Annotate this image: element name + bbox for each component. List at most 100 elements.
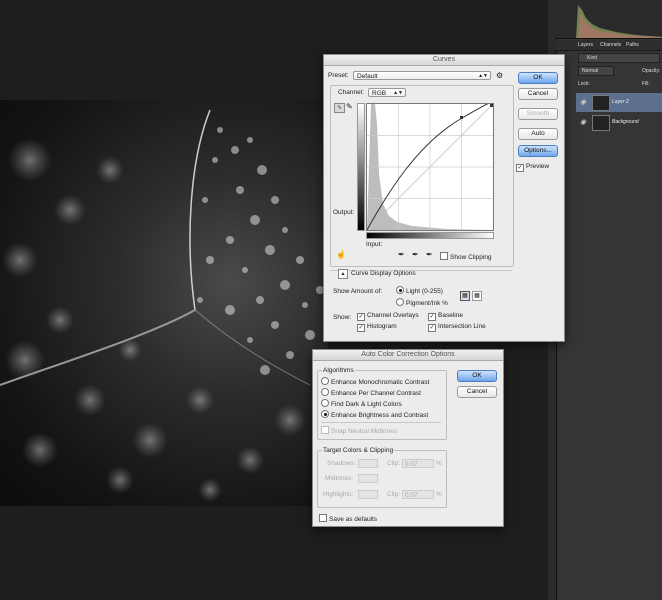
- auto-color-dialog: Auto Color Correction Options OK Cancel …: [312, 349, 504, 527]
- eye-icon[interactable]: ◉: [580, 118, 586, 126]
- curves-dialog: Curves Preset: Default ▲▼ ⚙ OK Cancel Smo…: [323, 54, 565, 342]
- layer-thumbnail: [592, 115, 610, 131]
- percent-label: %: [436, 491, 442, 498]
- pencil-icon[interactable]: ✎: [346, 102, 353, 111]
- radio-dot: [396, 286, 404, 294]
- snap-neutral-checkbox[interactable]: Snap Neutral Midtones: [321, 426, 397, 435]
- output-label: Output:: [333, 209, 355, 216]
- channel-value: RGB: [372, 90, 387, 97]
- ok-button[interactable]: OK: [457, 370, 497, 382]
- preset-select[interactable]: Default ▲▼: [353, 71, 491, 80]
- blend-mode-value: Normal: [582, 68, 599, 74]
- ok-button[interactable]: OK: [518, 72, 558, 84]
- divider: [321, 422, 441, 423]
- tab-layers[interactable]: Layers: [578, 42, 593, 48]
- eyedropper-icon[interactable]: ✒: [412, 250, 419, 259]
- midtones-swatch[interactable]: [358, 474, 378, 483]
- layer-row-background[interactable]: ◉ Background: [576, 113, 662, 132]
- chevron-icon: ▲▼: [478, 73, 488, 79]
- canvas-image[interactable]: [0, 100, 328, 506]
- input-gradient: [366, 232, 494, 239]
- fill-label: Fill:: [642, 81, 650, 87]
- pigment-option-label: Pigment/Ink %: [406, 300, 448, 307]
- smooth-button[interactable]: Smooth: [518, 108, 558, 120]
- intersection-line-label: Intersection Line: [438, 323, 486, 330]
- layers-panel: [556, 0, 662, 600]
- histogram-panel: [556, 0, 662, 39]
- algorithm-label: Find Dark & Light Colors: [331, 401, 402, 408]
- channel-select[interactable]: RGB ▲▼: [368, 88, 406, 97]
- channel-overlays-checkbox[interactable]: ✓ Channel Overlays: [357, 312, 419, 321]
- light-radio[interactable]: Light (0-255): [396, 286, 443, 295]
- highlights-clip-field[interactable]: 0.07: [402, 490, 434, 499]
- save-defaults-label: Save as defaults: [329, 516, 378, 523]
- show-clipping-checkbox[interactable]: Show Clipping: [440, 252, 492, 261]
- preset-value: Default: [357, 73, 378, 80]
- check-icon: ✓: [428, 324, 436, 332]
- clip-label: Clip:: [387, 491, 401, 498]
- layer-name: Layer 2: [612, 99, 629, 105]
- eyedropper-icon[interactable]: ✒: [398, 250, 405, 259]
- midtones-label: Midtones:: [325, 475, 354, 482]
- curve-point-tool-icon[interactable]: ∿: [334, 103, 345, 113]
- check-icon: ✓: [516, 164, 524, 172]
- target-label: Target Colors & Clipping: [322, 447, 395, 454]
- eye-icon[interactable]: ◉: [580, 98, 586, 106]
- show-clipping-label: Show Clipping: [450, 254, 492, 261]
- highlights-swatch[interactable]: [358, 490, 378, 499]
- curve-display-options-label: Curve Display Options: [351, 270, 416, 277]
- algorithm-radio[interactable]: Enhance Monochromatic Contrast: [321, 377, 429, 386]
- options-button[interactable]: Options...: [518, 145, 558, 157]
- highlights-label: Highlights:: [323, 491, 354, 498]
- show-label: Show:: [333, 314, 352, 321]
- curve-graph[interactable]: [366, 101, 494, 231]
- tab-paths[interactable]: Paths: [626, 42, 639, 48]
- cancel-button[interactable]: Cancel: [518, 88, 558, 100]
- algorithm-radio[interactable]: Enhance Per Channel Contrast: [321, 388, 421, 397]
- histogram-checkbox[interactable]: ✓ Histogram: [357, 323, 397, 332]
- grid-icon[interactable]: ▦: [460, 291, 470, 301]
- output-gradient: [357, 103, 365, 231]
- collapse-icon[interactable]: ▲: [338, 269, 348, 279]
- tab-channels[interactable]: Channels: [600, 42, 621, 48]
- check-icon: ✓: [357, 324, 365, 332]
- eyedropper-icon[interactable]: ✒: [426, 250, 433, 259]
- lock-label: Lock:: [578, 81, 590, 87]
- dialog-title: Auto Color Correction Options: [313, 350, 503, 361]
- radio-dot: [321, 399, 329, 407]
- check-icon: ✓: [428, 313, 436, 321]
- checkbox-box: [321, 426, 329, 434]
- layer-filter[interactable]: Kind: [578, 53, 660, 63]
- snap-neutral-label: Snap Neutral Midtones: [331, 428, 398, 435]
- auto-button[interactable]: Auto: [518, 128, 558, 140]
- algorithms-label: Algorithms: [322, 367, 355, 374]
- algorithm-radio[interactable]: Find Dark & Light Colors: [321, 399, 402, 408]
- preset-label: Preset:: [328, 72, 349, 79]
- layer-row-layer-2[interactable]: ◉ Layer 2: [576, 93, 662, 112]
- baseline-label: Baseline: [438, 312, 463, 319]
- radio-dot: [321, 388, 329, 396]
- layer-name: Background: [612, 119, 639, 125]
- shadows-swatch[interactable]: [358, 459, 378, 468]
- preview-checkbox[interactable]: ✓ Preview: [516, 163, 549, 172]
- channel-label: Channel:: [338, 89, 365, 96]
- baseline-checkbox[interactable]: ✓ Baseline: [428, 312, 463, 321]
- check-icon: ✓: [357, 313, 365, 321]
- light-option-label: Light (0-255): [406, 288, 443, 295]
- cancel-button[interactable]: Cancel: [457, 386, 497, 398]
- save-defaults-checkbox[interactable]: Save as defaults: [319, 514, 377, 523]
- checkbox-box: [440, 252, 448, 260]
- hand-adjust-icon[interactable]: ☝: [336, 250, 346, 259]
- grid-icon[interactable]: ▦: [472, 291, 482, 301]
- intersection-line-checkbox[interactable]: ✓ Intersection Line: [428, 323, 486, 332]
- channel-overlays-label: Channel Overlays: [367, 312, 419, 319]
- radio-dot: [396, 298, 404, 306]
- blend-mode-select[interactable]: Normal: [578, 66, 614, 76]
- algorithm-radio[interactable]: Enhance Brightness and Contrast: [321, 410, 428, 419]
- layer-thumbnail: [592, 95, 610, 111]
- pigment-radio[interactable]: Pigment/Ink %: [396, 298, 448, 307]
- kind-label: Kind: [587, 55, 598, 61]
- shadows-clip-field[interactable]: 0.07: [402, 459, 434, 468]
- gear-icon[interactable]: ⚙: [496, 71, 503, 80]
- algorithm-label: Enhance Brightness and Contrast: [331, 412, 429, 419]
